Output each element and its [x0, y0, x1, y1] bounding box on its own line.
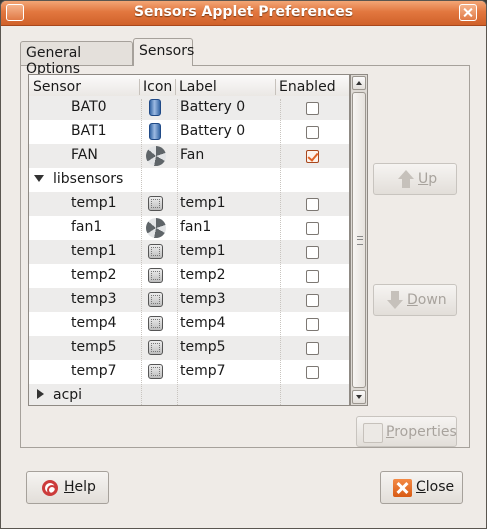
chip-icon	[148, 316, 163, 331]
expander-open-icon[interactable]	[34, 175, 44, 182]
column-header-enabled[interactable]: Enabled	[279, 79, 336, 95]
scroll-up-arrow-icon[interactable]	[352, 76, 366, 90]
enabled-checkbox[interactable]	[306, 246, 319, 259]
enabled-checkbox[interactable]	[306, 102, 319, 115]
fan-icon	[146, 146, 166, 166]
sensor-label[interactable]: temp3	[180, 291, 226, 307]
group-label: acpi	[53, 387, 83, 403]
chip-icon	[148, 292, 163, 307]
tree-group-row[interactable]: acpi	[29, 384, 349, 405]
properties-button[interactable]: Properties	[356, 416, 457, 447]
enabled-checkbox[interactable]	[306, 294, 319, 307]
preferences-window: Sensors Applet Preferences General Optio…	[0, 0, 487, 529]
window-title: Sensors Applet Preferences	[133, 4, 354, 20]
sensor-name: temp4	[71, 315, 117, 331]
enabled-checkbox[interactable]	[306, 342, 319, 355]
chip-icon	[148, 244, 163, 259]
group-label: libsensors	[53, 171, 124, 187]
sensor-name: temp7	[71, 363, 117, 379]
enabled-checkbox[interactable]	[306, 126, 319, 139]
sensor-label[interactable]: temp1	[180, 195, 226, 211]
sensor-row[interactable]: BAT0 Battery 0	[29, 96, 349, 120]
enabled-checkbox[interactable]	[306, 198, 319, 211]
enabled-checkbox[interactable]	[306, 222, 319, 235]
tab-general-options[interactable]: General Options	[20, 41, 133, 77]
sensor-row[interactable]: temp2 temp2	[29, 264, 349, 288]
sensor-label[interactable]: Fan	[180, 147, 204, 163]
sensor-row[interactable]: FAN Fan	[29, 144, 349, 168]
close-button[interactable]: Close	[380, 471, 463, 504]
expander-closed-icon[interactable]	[37, 389, 44, 399]
chip-icon	[148, 364, 163, 379]
title-bar[interactable]: Sensors Applet Preferences	[1, 1, 486, 26]
help-button[interactable]: Help	[26, 471, 109, 504]
sensor-row[interactable]: temp3 temp3	[29, 288, 349, 312]
sensor-name: temp2	[71, 267, 117, 283]
sensor-row[interactable]: fan1 fan1	[29, 216, 349, 240]
sensor-label[interactable]: temp2	[180, 267, 226, 283]
help-lifebuoy-icon	[42, 480, 58, 496]
fan-icon	[146, 218, 166, 238]
arrow-up-icon	[398, 170, 414, 188]
sensor-name: BAT0	[71, 99, 107, 115]
scroll-down-arrow-icon[interactable]	[352, 390, 366, 404]
sensor-name: FAN	[71, 147, 98, 163]
move-up-button[interactable]: Up	[373, 163, 457, 195]
tree-group-row[interactable]: libsensors	[29, 168, 349, 192]
sensor-name: temp5	[71, 339, 117, 355]
tab-sensors[interactable]: Sensors	[133, 38, 194, 66]
sensor-row[interactable]: temp1 temp1	[29, 192, 349, 216]
chip-icon	[148, 196, 163, 211]
sensor-label[interactable]: temp7	[180, 363, 226, 379]
sensor-row[interactable]: temp4 temp4	[29, 312, 349, 336]
chip-icon	[148, 268, 163, 283]
enabled-checkbox[interactable]	[306, 270, 319, 283]
sensor-name: temp1	[71, 243, 117, 259]
move-down-button[interactable]: Down	[373, 284, 457, 316]
sensor-row[interactable]: BAT1 Battery 0	[29, 120, 349, 144]
properties-icon	[363, 423, 383, 443]
scroll-thumb[interactable]	[352, 92, 366, 388]
sensor-label[interactable]: temp5	[180, 339, 226, 355]
sensor-row[interactable]: temp7 temp7	[29, 360, 349, 384]
enabled-checkbox[interactable]	[306, 366, 319, 379]
sensor-label[interactable]: Battery 0	[180, 123, 245, 139]
tree-scrollbar[interactable]	[350, 74, 368, 406]
sensor-name: temp1	[71, 195, 117, 211]
column-header-sensor[interactable]: Sensor	[33, 79, 81, 95]
enabled-checkbox[interactable]	[306, 318, 319, 331]
sensor-label[interactable]: fan1	[180, 219, 211, 235]
sensor-name: fan1	[71, 219, 103, 235]
sensor-row[interactable]: temp5 temp5	[29, 336, 349, 360]
sensor-row[interactable]: temp1 temp1	[29, 240, 349, 264]
column-header-label[interactable]: Label	[179, 79, 217, 95]
close-icon	[393, 479, 412, 497]
window-close-button[interactable]	[459, 4, 477, 21]
sensors-tree[interactable]: Sensor Icon Label Enabled BAT0 Battery 0B…	[28, 74, 350, 406]
battery-icon	[149, 123, 161, 140]
sensor-label[interactable]: temp4	[180, 315, 226, 331]
arrow-down-icon	[387, 291, 403, 309]
sensor-label[interactable]: temp1	[180, 243, 226, 259]
enabled-checkbox[interactable]	[306, 150, 319, 163]
sensor-label[interactable]: Battery 0	[180, 99, 245, 115]
sensor-name: temp3	[71, 291, 117, 307]
chip-icon	[148, 340, 163, 355]
column-header-icon[interactable]: Icon	[143, 79, 172, 95]
sensor-name: BAT1	[71, 123, 107, 139]
battery-icon	[149, 99, 161, 116]
